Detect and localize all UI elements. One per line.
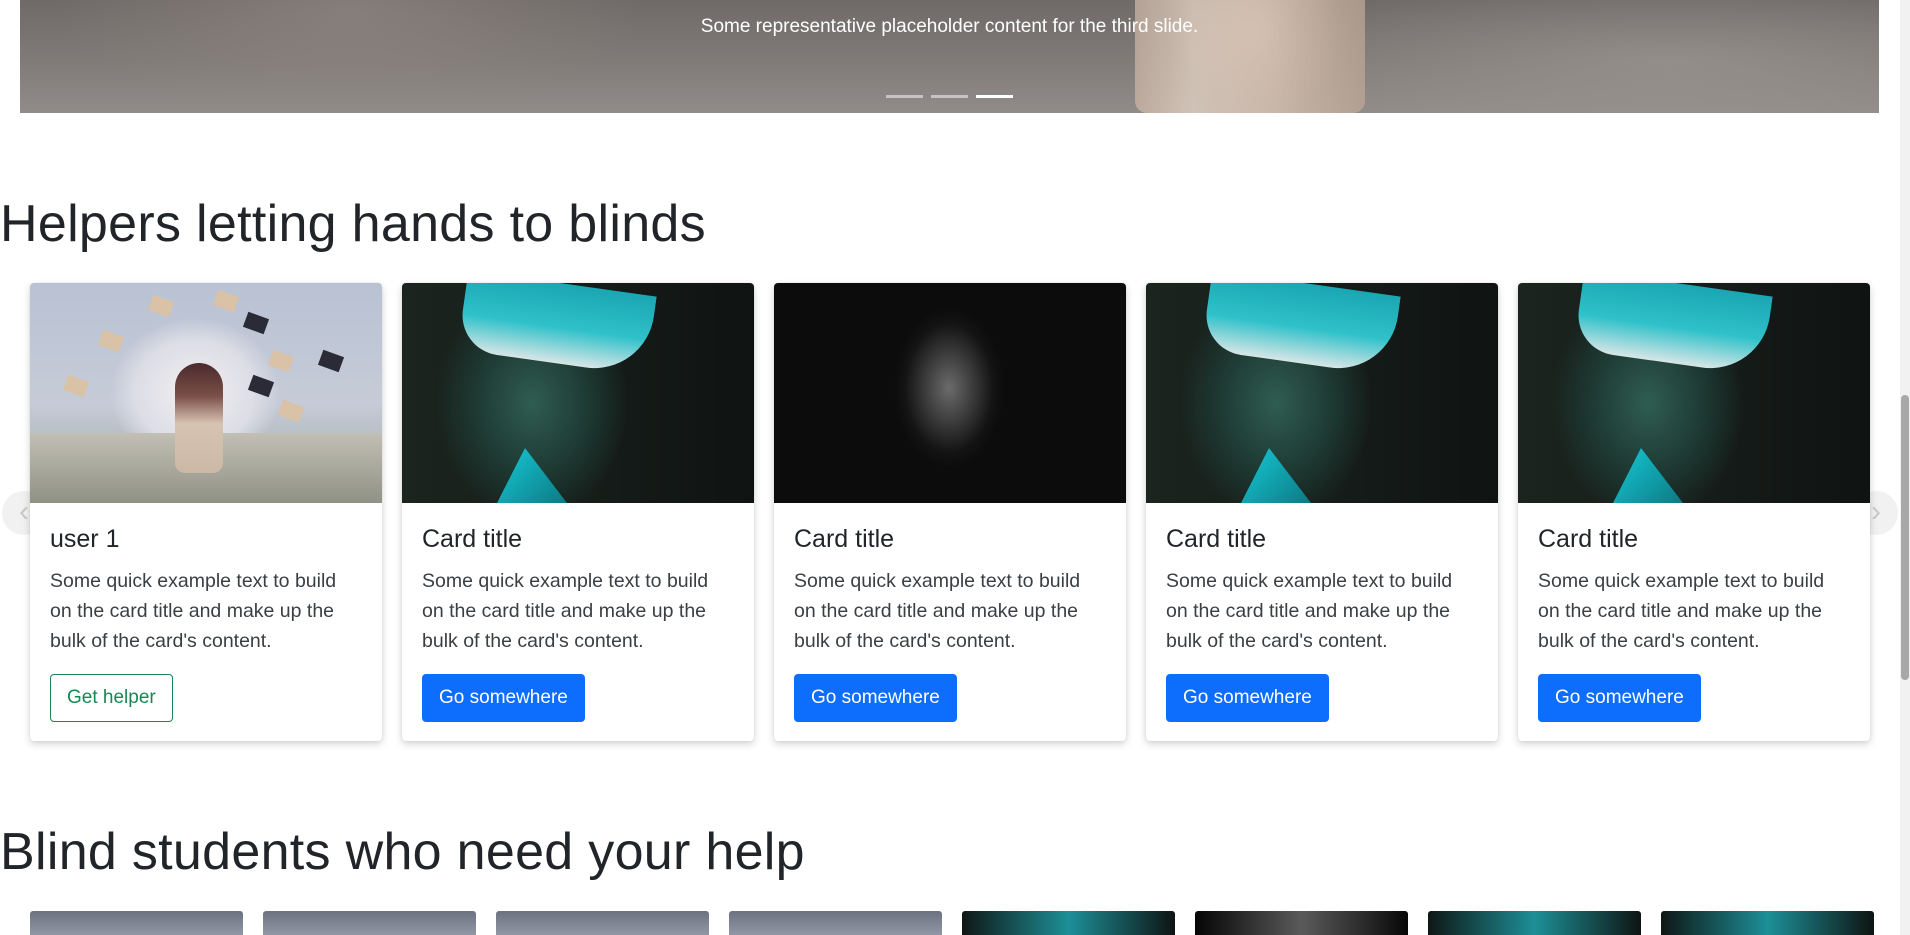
student-card-image[interactable]	[729, 911, 942, 935]
student-cards	[30, 911, 1874, 935]
helper-cards: user 1 Some quick example text to build …	[30, 283, 1870, 741]
student-card-image[interactable]	[263, 911, 476, 935]
card-text: Some quick example text to build on the …	[1166, 570, 1453, 652]
card-text: Some quick example text to build on the …	[422, 570, 709, 652]
hero-carousel: Some representative placeholder content …	[20, 0, 1879, 113]
card-image	[1518, 283, 1870, 503]
carousel-indicator-1[interactable]	[886, 95, 923, 98]
go-somewhere-button[interactable]: Go somewhere	[1166, 674, 1329, 722]
helper-card: Card title Some quick example text to bu…	[774, 283, 1126, 741]
student-card-image[interactable]	[1661, 911, 1874, 935]
card-text: Some quick example text to build on the …	[794, 570, 1081, 652]
get-helper-button[interactable]: Get helper	[50, 674, 173, 722]
scrollbar-thumb[interactable]	[1901, 395, 1909, 680]
card-title: Card title	[1538, 525, 1639, 553]
card-title: Card title	[794, 525, 895, 553]
card-image	[402, 283, 754, 503]
helpers-section-title: Helpers letting hands to blinds	[0, 195, 706, 253]
card-title: Card title	[1166, 525, 1267, 553]
card-title: user 1	[50, 525, 120, 553]
card-title: Card title	[422, 525, 523, 553]
card-image	[30, 283, 382, 503]
helper-card: user 1 Some quick example text to build …	[30, 283, 382, 741]
helper-card: Card title Some quick example text to bu…	[1518, 283, 1870, 741]
page-scrollbar[interactable]	[1900, 0, 1910, 935]
student-card-image[interactable]	[1195, 911, 1408, 935]
student-card-image[interactable]	[962, 911, 1175, 935]
student-card-image[interactable]	[496, 911, 709, 935]
card-text: Some quick example text to build on the …	[50, 570, 337, 652]
go-somewhere-button[interactable]: Go somewhere	[422, 674, 585, 722]
student-card-image[interactable]	[1428, 911, 1641, 935]
students-section-title: Blind students who need your help	[0, 823, 805, 881]
card-image	[774, 283, 1126, 503]
carousel-indicator-2[interactable]	[931, 95, 968, 98]
card-text: Some quick example text to build on the …	[1538, 570, 1825, 652]
go-somewhere-button[interactable]: Go somewhere	[794, 674, 957, 722]
carousel-indicators	[20, 95, 1879, 98]
helper-card: Card title Some quick example text to bu…	[1146, 283, 1498, 741]
student-card-image[interactable]	[30, 911, 243, 935]
helper-card: Card title Some quick example text to bu…	[402, 283, 754, 741]
carousel-indicator-3[interactable]	[976, 95, 1013, 98]
card-image	[1146, 283, 1498, 503]
go-somewhere-button[interactable]: Go somewhere	[1538, 674, 1701, 722]
hero-caption: Some representative placeholder content …	[700, 16, 1199, 37]
